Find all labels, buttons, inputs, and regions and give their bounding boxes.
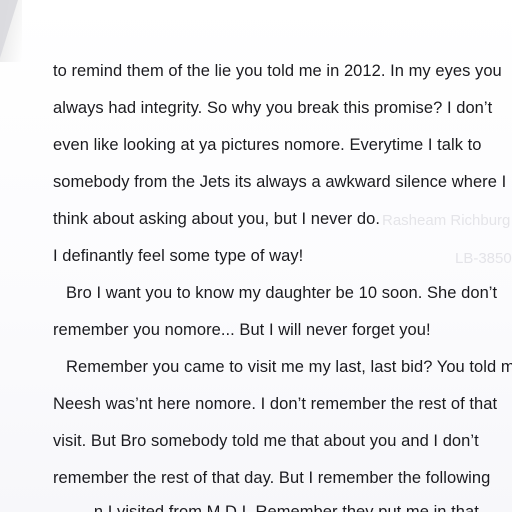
bleed-through-code: LB-3850 <box>455 250 512 267</box>
text-line-11: visit. But Bro somebody told me that abo… <box>53 432 479 450</box>
text-line-8: remember you nomore... But I will never … <box>53 321 431 339</box>
bleed-through-name: Rasheam Richburg <box>382 212 511 229</box>
text-line-12: remember the rest of that day. But I rem… <box>53 469 491 487</box>
text-line-10: Neesh was’nt here nomore. I don’t rememb… <box>53 395 498 413</box>
text-line-1: to remind them of the lie you told me in… <box>53 62 502 80</box>
text-line-7: Bro I want you to know my daughter be 10… <box>66 284 498 302</box>
text-line-6: I definantly feel some type of way! <box>53 247 304 265</box>
document-page: Rasheam Richburg LB-3850 to remind them … <box>0 0 512 512</box>
text-line-9: Remember you came to visit me my last, l… <box>66 358 512 376</box>
text-line-2: always had integrity. So why you break t… <box>53 99 493 117</box>
text-line-5: think about asking about you, but I neve… <box>53 210 380 228</box>
text-line-13: ...n I visited from M.D.I. Remember they… <box>80 503 479 512</box>
page-folded-corner <box>0 0 18 58</box>
text-line-4: somebody from the Jets its always a awkw… <box>53 173 507 191</box>
text-line-3: even like looking at ya pictures nomore.… <box>53 136 482 154</box>
